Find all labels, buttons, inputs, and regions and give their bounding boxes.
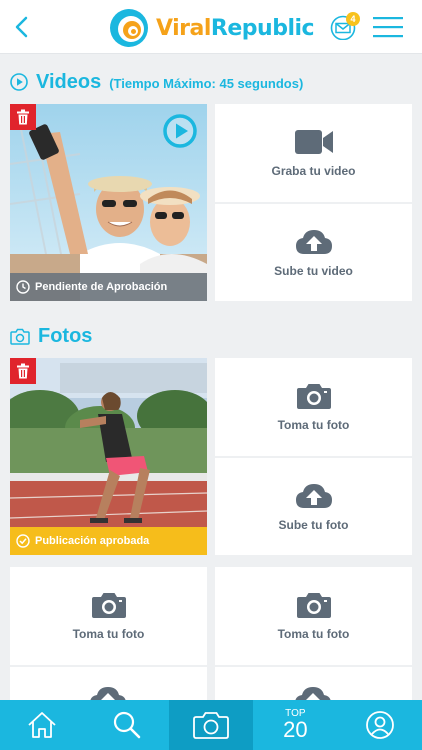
play-circle-icon: [10, 73, 28, 91]
home-icon: [28, 712, 56, 738]
take-photo-slot-3[interactable]: Toma tu foto: [215, 567, 412, 665]
camera-icon: [193, 712, 229, 739]
cloud-upload-icon: [295, 687, 331, 700]
video-status-bar: Pendiente de Aprobación: [10, 273, 207, 301]
nav-profile[interactable]: [338, 700, 422, 750]
videos-subtitle: (Tiempo Máximo: 45 segundos): [109, 76, 304, 91]
nav-home[interactable]: [0, 700, 84, 750]
brand-name-part1: Viral: [156, 16, 211, 41]
photo-status-bar: Publicación aprobada: [10, 527, 207, 555]
squat-photo-image: [10, 358, 207, 555]
brand-name-part2: Republic: [210, 16, 315, 41]
camera-icon: [296, 384, 331, 409]
mail-count-badge: 4: [346, 12, 360, 26]
nav-search[interactable]: [84, 700, 168, 750]
brand-name: ViralRepublic: [156, 16, 315, 41]
user-icon: [365, 711, 394, 739]
cloud-upload-icon: [90, 687, 126, 700]
upload-photo-button[interactable]: Sube tu foto: [215, 458, 412, 555]
check-circle-icon: [16, 534, 30, 548]
top20-number: 20: [283, 717, 308, 742]
bottom-nav: TOP 20: [0, 700, 422, 750]
video-status-text: Pendiente de Aprobación: [35, 281, 168, 293]
photo-status-text: Publicación aprobada: [35, 535, 150, 547]
clock-icon: [16, 280, 30, 294]
top20-icon: TOP 20: [283, 709, 307, 741]
record-video-label: Graba tu video: [271, 164, 356, 178]
upload-video-button[interactable]: Sube tu video: [215, 204, 412, 301]
upload-photo-slot-4[interactable]: [10, 667, 207, 700]
upload-video-label: Sube tu video: [274, 263, 353, 278]
videos-title: Videos: [36, 70, 102, 93]
videos-section-title: Videos (Tiempo Máximo: 45 segundos): [10, 68, 303, 96]
search-icon: [113, 711, 140, 739]
trash-icon: [17, 109, 29, 125]
app-header: ViralRepublic 4: [0, 0, 422, 54]
take-photo-button[interactable]: Toma tu foto: [215, 358, 412, 456]
trash-icon: [17, 363, 29, 379]
play-video-icon[interactable]: [163, 114, 197, 148]
fotos-section-title: Fotos: [10, 322, 92, 350]
upload-photo-label: Sube tu foto: [278, 517, 349, 532]
nav-top20[interactable]: TOP 20: [253, 700, 337, 750]
menu-icon[interactable]: [372, 14, 404, 40]
upload-photo-slot-5[interactable]: [215, 667, 412, 700]
cloud-upload-icon: [295, 483, 332, 508]
take-photo-label: Toma tu foto: [277, 418, 350, 432]
camera-icon: [296, 593, 331, 618]
delete-photo-button[interactable]: [10, 358, 36, 384]
logo-swirl-icon: [110, 9, 148, 47]
take-photo-slot-2[interactable]: Toma tu foto: [10, 567, 207, 665]
delete-video-button[interactable]: [10, 104, 36, 130]
take-photo-slot-2-label: Toma tu foto: [72, 627, 145, 641]
take-photo-slot-3-label: Toma tu foto: [277, 627, 350, 641]
fotos-title: Fotos: [38, 324, 93, 347]
record-video-button[interactable]: Graba tu video: [215, 104, 412, 202]
nav-camera[interactable]: [168, 700, 254, 750]
photo-thumbnail[interactable]: Publicación aprobada: [10, 358, 207, 555]
video-thumbnail[interactable]: Pendiente de Aprobación: [10, 104, 207, 301]
cloud-upload-icon: [295, 229, 332, 254]
brand-logo: ViralRepublic: [108, 6, 315, 50]
back-icon[interactable]: [8, 12, 36, 42]
video-camera-icon: [294, 130, 333, 154]
camera-icon: [91, 593, 126, 618]
camera-icon: [10, 328, 30, 345]
